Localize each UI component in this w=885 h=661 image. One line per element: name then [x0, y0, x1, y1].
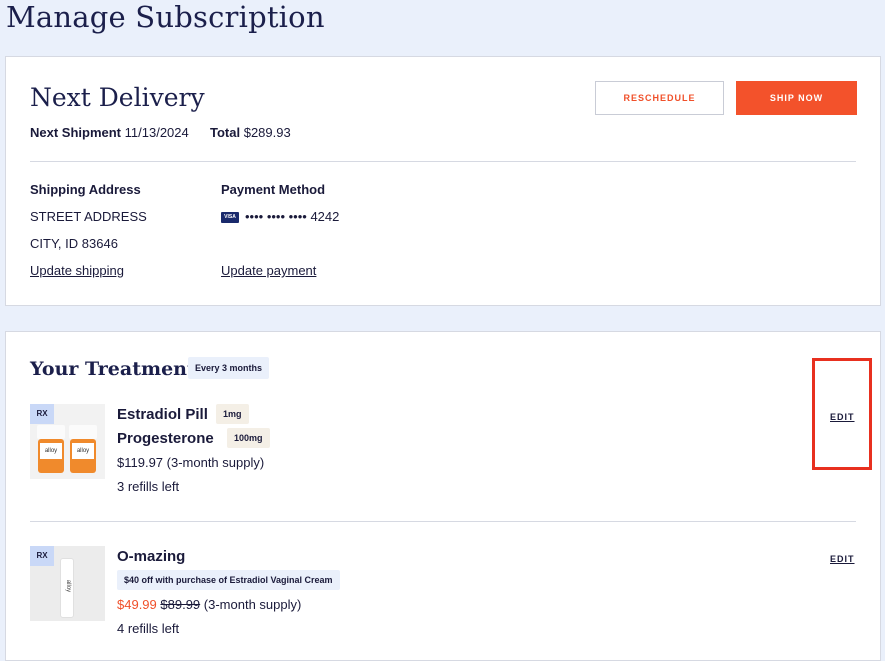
rx-badge: RX [30, 404, 54, 424]
promo-badge: $40 off with purchase of Estradiol Vagin… [117, 570, 340, 590]
dose-badge-estradiol: 1mg [216, 404, 249, 424]
edit-treatment-button[interactable]: EDIT [830, 412, 855, 422]
cream-tube-icon: alloy [60, 558, 74, 618]
product-name-omazing: O-mazing [117, 548, 186, 565]
total-value: $289.93 [243, 125, 291, 140]
next-shipment-label: Next Shipment [30, 125, 122, 140]
refills-left: 4 refills left [117, 621, 180, 636]
refills-left: 3 refills left [117, 479, 180, 494]
page-title: Manage Subscription [6, 0, 325, 34]
dose-badge-progesterone: 100mg [227, 428, 270, 448]
shipping-address-section: Shipping Address STREET ADDRESS CITY, ID… [30, 176, 147, 284]
pill-bottle-icon: alloy [69, 425, 97, 473]
rx-badge: RX [30, 546, 54, 566]
update-payment-link[interactable]: Update payment [221, 263, 316, 278]
payment-method-label: Payment Method [221, 182, 326, 197]
original-price: $89.99 [160, 597, 201, 612]
next-delivery-title: Next Delivery [30, 83, 205, 112]
product-price: $49.99 $89.99 (3-month supply) [117, 597, 301, 612]
total-label: Total [210, 125, 241, 140]
product-name-estradiol: Estradiol Pill [117, 406, 208, 423]
product-price: $119.97 (3-month supply) [117, 455, 265, 470]
supply-text: (3-month supply) [203, 597, 302, 612]
shipping-address-line1: STREET ADDRESS [30, 209, 147, 224]
visa-card-icon: VISA [221, 212, 239, 224]
next-shipment-date: 11/13/2024 [124, 125, 189, 140]
shipping-address-label: Shipping Address [30, 182, 141, 197]
payment-method-section: Payment Method VISA •••• •••• •••• 4242 U… [221, 176, 339, 284]
frequency-badge: Every 3 months [188, 357, 270, 379]
pill-bottle-icon: alloy [37, 425, 65, 473]
divider [30, 161, 856, 162]
reschedule-button[interactable]: RESCHEDULE [595, 81, 724, 115]
ship-now-button[interactable]: SHIP NOW [736, 81, 857, 115]
treatments-title: Your Treatments [30, 358, 207, 380]
product-image-estradiol-progesterone: alloy alloy RX [30, 404, 105, 479]
divider [30, 521, 856, 522]
card-number-masked: •••• •••• •••• 4242 [245, 209, 340, 224]
product-name-progesterone: Progesterone [117, 430, 214, 447]
sale-price: $49.99 [117, 597, 157, 612]
shipment-meta: Next Shipment 11/13/2024 Total $289.93 [30, 125, 291, 140]
edit-treatment-button[interactable]: EDIT [830, 554, 855, 564]
product-image-omazing: alloy RX [30, 546, 105, 621]
shipping-address-line2: CITY, ID 83646 [30, 236, 118, 251]
next-delivery-card: Next Delivery Next Shipment 11/13/2024 T… [5, 56, 881, 306]
treatments-card: Your Treatments Every 3 months alloy all… [5, 331, 881, 661]
update-shipping-link[interactable]: Update shipping [30, 263, 124, 278]
